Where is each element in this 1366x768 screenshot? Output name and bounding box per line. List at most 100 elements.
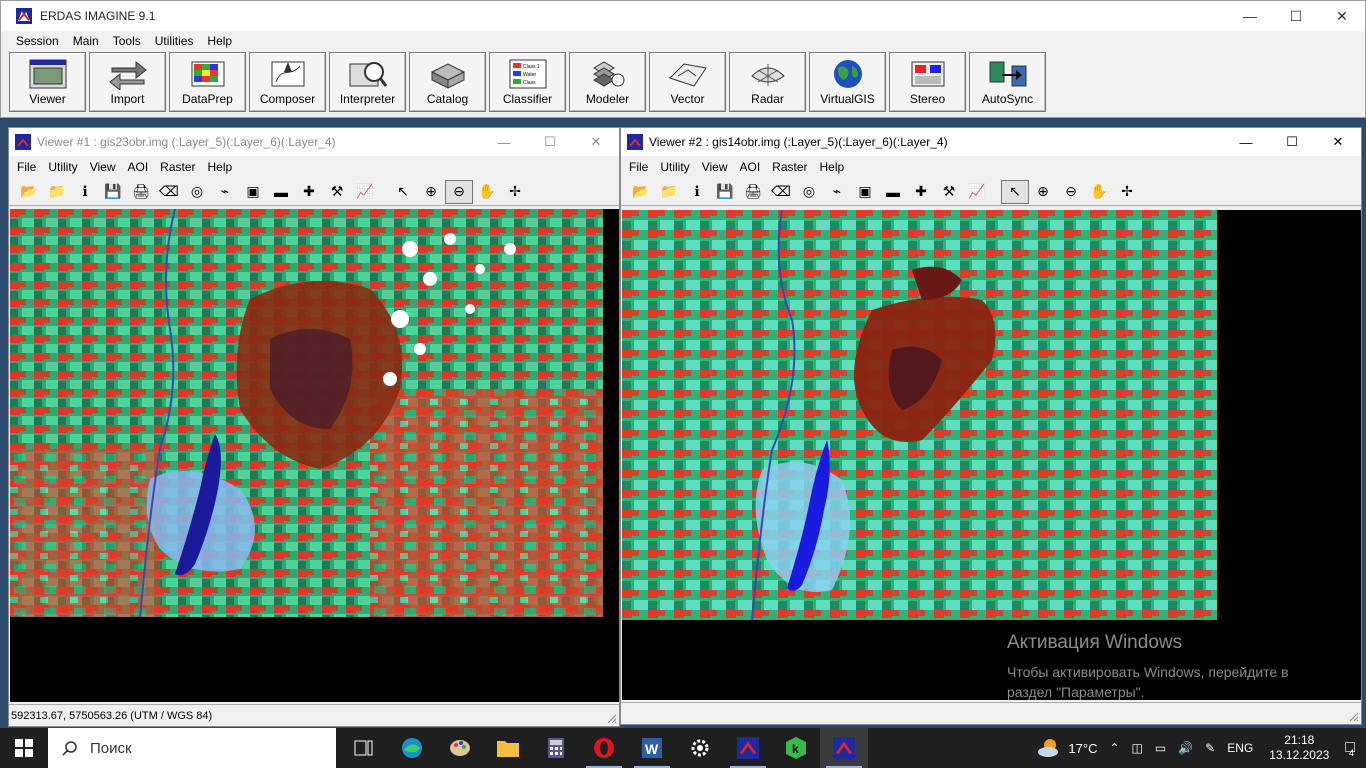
resize-grip-icon[interactable] (1347, 710, 1359, 722)
inquire-cursor-icon[interactable]: ✢ (1113, 180, 1141, 204)
autosync-tool-button[interactable]: AutoSync (969, 52, 1046, 112)
taskbar-search-input[interactable]: Поиск (48, 728, 336, 768)
erdas-taskbar-button-1[interactable] (724, 728, 772, 768)
vector-tool-button[interactable]: Vector (649, 52, 726, 112)
crosshair-icon[interactable]: ✚ (295, 180, 323, 204)
menu-utilities[interactable]: Utilities (148, 34, 201, 48)
dataprep-tool-button[interactable]: DataPrep (169, 52, 246, 112)
viewer-1-title-bar[interactable]: Viewer #1 : gis23obr.img (:Layer_5)(:Lay… (9, 128, 619, 156)
start-button[interactable] (0, 728, 48, 768)
open-folder-icon[interactable]: 📂 (627, 180, 655, 204)
open-layer-icon[interactable]: 📁 (655, 180, 683, 204)
inquire-cursor-icon[interactable]: ✢ (501, 180, 529, 204)
edge-browser-button[interactable] (388, 728, 436, 768)
notification-center-button[interactable]: □ 4 (1339, 728, 1366, 768)
classifier-tool-button[interactable]: Class 1 Water Class Classifier (489, 52, 566, 112)
paint-app-button[interactable] (436, 728, 484, 768)
viewer-1-image-canvas[interactable] (10, 209, 619, 702)
minimize-button[interactable]: — (1227, 1, 1273, 31)
task-view-button[interactable] (340, 728, 388, 768)
open-layer-icon[interactable]: 📁 (43, 180, 71, 204)
eraser-icon[interactable]: ⌫ (767, 180, 795, 204)
viewer-2-minimize-button[interactable]: — (1223, 128, 1269, 156)
resize-grip-icon[interactable] (605, 712, 617, 724)
k-app-button[interactable]: k (772, 728, 820, 768)
word-app-button[interactable]: W (628, 728, 676, 768)
fit-to-window-icon[interactable]: ▣ (851, 180, 879, 204)
viewer-1-close-button[interactable]: ✕ (573, 128, 619, 156)
zoom-out-icon[interactable]: ⊖ (1057, 180, 1085, 204)
modeler-tool-button[interactable]: Modeler (569, 52, 646, 112)
stereo-tool-button[interactable]: Stereo (889, 52, 966, 112)
network-icon[interactable]: ▭ (1149, 728, 1172, 768)
calculator-button[interactable] (532, 728, 580, 768)
open-folder-icon[interactable]: 📂 (15, 180, 43, 204)
print-icon[interactable]: 🖨 (127, 180, 155, 204)
menu-tools[interactable]: Tools (106, 34, 148, 48)
virtualgis-tool-button[interactable]: VirtualGIS (809, 52, 886, 112)
measure-ruler-icon[interactable]: ▬ (267, 180, 295, 204)
maximize-button[interactable]: ☐ (1273, 1, 1319, 31)
zoom-out-icon[interactable]: ⊖ (445, 179, 473, 204)
show-hidden-icons-button[interactable]: ⌃ (1103, 728, 1125, 768)
viewer-2-image-canvas[interactable] (622, 210, 1361, 700)
viewer-2-menu-help[interactable]: Help (814, 160, 851, 174)
viewer-1-menu-view[interactable]: View (84, 160, 122, 174)
target-icon[interactable]: ◎ (795, 180, 823, 204)
radar-tool-button[interactable]: Radar (729, 52, 806, 112)
print-icon[interactable]: 🖨 (739, 180, 767, 204)
close-button[interactable]: ✕ (1319, 1, 1365, 31)
volume-icon[interactable]: 🔊 (1172, 728, 1199, 768)
zoom-in-icon[interactable]: ⊕ (1029, 180, 1057, 204)
opera-browser-button[interactable] (580, 728, 628, 768)
hammer-icon[interactable]: ⚒ (935, 180, 963, 204)
viewer-2-menu-file[interactable]: File (623, 160, 654, 174)
viewer-2-close-button[interactable]: ✕ (1315, 128, 1361, 156)
viewer-1-maximize-button[interactable]: ☐ (527, 128, 573, 156)
pen-icon[interactable]: ✎ (1199, 728, 1221, 768)
info-icon[interactable]: ℹ (683, 180, 711, 204)
viewer-tool-button[interactable]: Viewer (9, 52, 86, 112)
interpreter-tool-button[interactable]: Interpreter (329, 52, 406, 112)
weather-widget[interactable]: 17°C (1030, 728, 1103, 768)
eraser-icon[interactable]: ⌫ (155, 180, 183, 204)
crosshair-icon[interactable]: ✚ (907, 180, 935, 204)
viewer-1-menu-aoi[interactable]: AOI (121, 160, 154, 174)
catalog-tool-button[interactable]: Catalog (409, 52, 486, 112)
pan-hand-icon[interactable]: ✋ (1085, 180, 1113, 204)
viewer-2-menu-view[interactable]: View (696, 160, 734, 174)
main-title-bar[interactable]: ERDAS IMAGINE 9.1 — ☐ ✕ (1, 1, 1365, 31)
language-indicator[interactable]: ENG (1221, 728, 1259, 768)
system-clock[interactable]: 21:18 13.12.2023 (1259, 733, 1339, 763)
viewer-2-menu-utility[interactable]: Utility (654, 160, 695, 174)
target-icon[interactable]: ◎ (183, 180, 211, 204)
pan-hand-icon[interactable]: ✋ (473, 180, 501, 204)
composer-tool-button[interactable]: Composer (249, 52, 326, 112)
profile-chart-icon[interactable]: 📈 (351, 180, 379, 204)
viewer-1-menu-raster[interactable]: Raster (154, 160, 201, 174)
viewer-1-menu-help[interactable]: Help (202, 160, 239, 174)
hammer-icon[interactable]: ⚒ (323, 180, 351, 204)
settings-button[interactable] (676, 728, 724, 768)
zoom-in-arrows-icon[interactable]: ⌁ (823, 180, 851, 204)
fit-to-window-icon[interactable]: ▣ (239, 180, 267, 204)
viewer-1-menu-utility[interactable]: Utility (42, 160, 83, 174)
file-explorer-button[interactable] (484, 728, 532, 768)
erdas-taskbar-button-2[interactable] (820, 728, 868, 768)
save-icon[interactable]: 💾 (711, 180, 739, 204)
viewer-2-menu-aoi[interactable]: AOI (733, 160, 766, 174)
viewer-1-minimize-button[interactable]: — (481, 128, 527, 156)
menu-session[interactable]: Session (9, 34, 66, 48)
viewer-2-title-bar[interactable]: Viewer #2 : gis14obr.img (:Layer_5)(:Lay… (621, 128, 1361, 156)
measure-ruler-icon[interactable]: ▬ (879, 180, 907, 204)
menu-help[interactable]: Help (200, 34, 239, 48)
zoom-in-arrows-icon[interactable]: ⌁ (211, 180, 239, 204)
select-arrow-icon[interactable]: ↖ (1001, 179, 1029, 204)
menu-main[interactable]: Main (66, 34, 106, 48)
save-icon[interactable]: 💾 (99, 180, 127, 204)
viewer-2-maximize-button[interactable]: ☐ (1269, 128, 1315, 156)
usb-device-icon[interactable]: ◫ (1126, 728, 1149, 768)
viewer-2-menu-raster[interactable]: Raster (766, 160, 813, 174)
profile-chart-icon[interactable]: 📈 (963, 180, 991, 204)
select-arrow-icon[interactable]: ↖ (389, 180, 417, 204)
